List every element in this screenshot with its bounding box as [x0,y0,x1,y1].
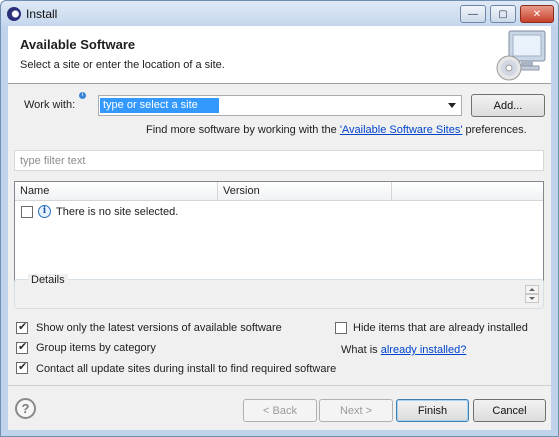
what-is-installed-text: What is already installed? [341,344,466,356]
work-with-label: Work with: [24,99,76,111]
latest-versions-checkbox[interactable] [16,320,28,334]
help-icon[interactable]: ? [15,398,36,419]
maximize-icon: ▢ [498,8,508,20]
contact-sites-label: Contact all update sites during install … [36,363,337,375]
hide-installed-checkbox[interactable] [335,322,347,334]
group-by-category-checkbox[interactable] [16,340,28,354]
find-more-prefix: Find more software by working with the [146,124,340,136]
details-scroller[interactable] [525,285,539,303]
row-checkbox[interactable] [21,206,33,218]
scroll-up-icon[interactable] [525,285,539,294]
scroll-down-icon[interactable] [525,294,539,303]
footer-separator [8,385,551,386]
available-software-sites-link[interactable]: 'Available Software Sites' [340,124,463,136]
maximize-button[interactable]: ▢ [490,5,516,23]
title-banner: Available Software Select a site or ente… [8,26,551,84]
page-subtitle: Select a site or enter the location of a… [20,59,225,71]
add-site-button[interactable]: Add... [471,94,545,117]
table-row[interactable]: i There is no site selected. [15,203,543,221]
next-button[interactable]: Next > [319,399,393,422]
minimize-button[interactable]: — [460,5,486,23]
cancel-button[interactable]: Cancel [473,399,546,422]
window-title: Install [26,7,58,21]
close-icon: ✕ [532,8,542,20]
hide-installed-label: Hide items that are already installed [353,322,528,334]
info-icon: i [79,92,86,99]
column-header-name[interactable]: Name [15,182,218,201]
close-button[interactable]: ✕ [520,5,554,23]
info-icon: i [38,205,51,218]
group-by-category-label: Group items by category [36,342,156,354]
table-header: Name Version [15,182,543,201]
row-name: There is no site selected. [56,206,179,218]
eclipse-icon [7,7,21,21]
already-installed-link[interactable]: already installed? [381,344,467,356]
contact-sites-checkbox[interactable] [16,360,28,374]
work-with-value[interactable]: type or select a site [100,98,219,113]
minimize-icon: — [468,8,478,20]
chevron-down-icon[interactable] [448,103,456,108]
page-title: Available Software [20,37,136,52]
title-bar[interactable]: Install — ▢ ✕ [1,1,558,26]
dialog-client-area: Available Software Select a site or ente… [8,26,551,430]
find-more-suffix: preferences. [462,124,527,136]
work-with-combo[interactable]: type or select a site [98,95,462,116]
install-window: Install — ▢ ✕ Available Software Select … [0,0,559,437]
details-label: Details [28,274,68,286]
finish-button[interactable]: Finish [396,399,469,422]
latest-versions-label: Show only the latest versions of availab… [36,322,282,334]
find-more-text: Find more software by working with the '… [146,124,527,136]
back-button[interactable]: < Back [243,399,317,422]
filter-input[interactable]: type filter text [14,150,544,171]
column-header-version[interactable]: Version [218,182,392,201]
what-is-prefix: What is [341,344,381,356]
install-monitor-icon [496,30,546,81]
software-table[interactable]: Name Version i There is no site selected… [14,181,544,288]
details-panel [14,279,544,309]
